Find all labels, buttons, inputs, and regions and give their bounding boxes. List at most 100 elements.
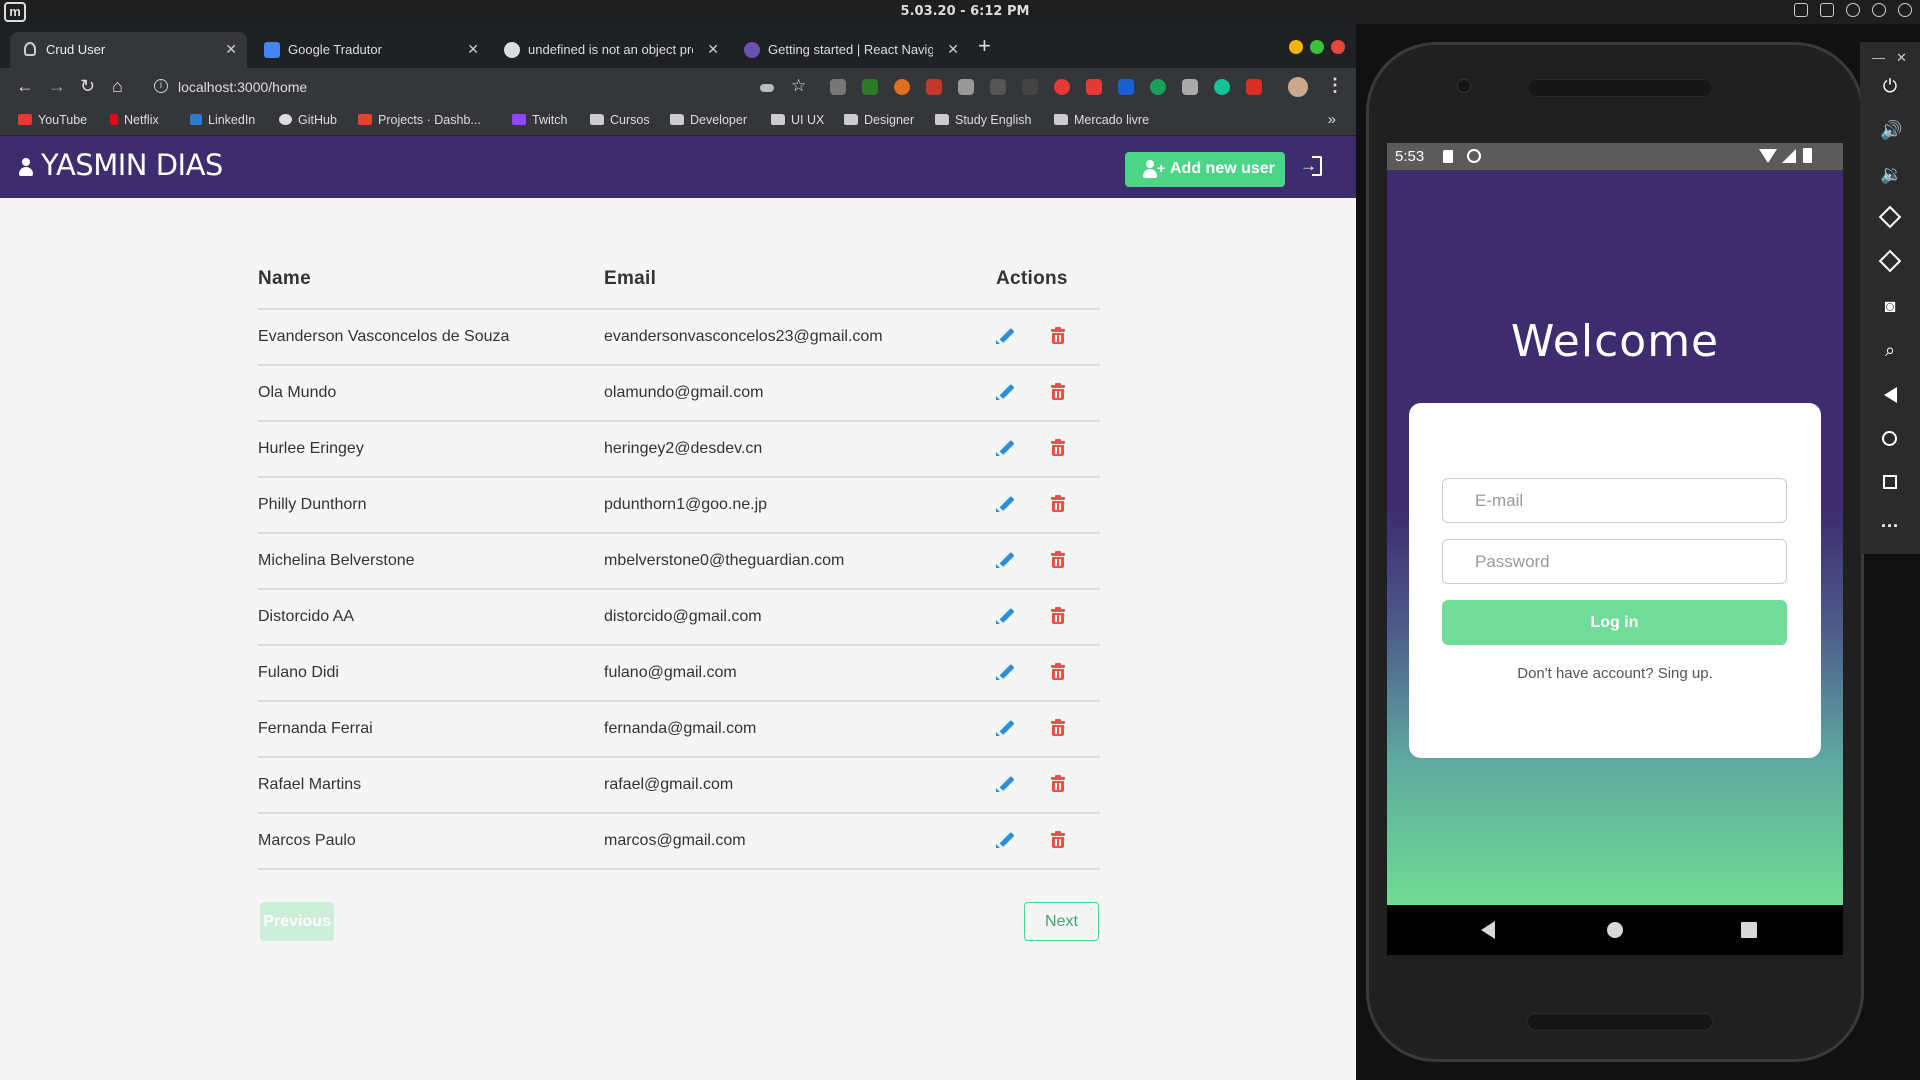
tab-github-issue[interactable]: undefined is not an object pro ✕ [492,32,729,68]
trash-icon[interactable] [1051,831,1065,848]
edit-icon[interactable] [996,831,1015,849]
minimize-button[interactable] [1289,40,1303,54]
url-text[interactable]: localhost:3000/home [178,79,307,95]
bookmark-twitch[interactable]: Twitch [512,113,567,127]
music-icon[interactable] [1872,3,1886,17]
address-bar[interactable]: i localhost:3000/home [142,73,794,101]
display-icon[interactable] [1820,3,1834,17]
volume-down-icon[interactable]: 🔉 [1880,164,1902,184]
trash-icon[interactable] [1051,327,1065,344]
gmail-icon[interactable] [1246,79,1262,95]
add-new-user-button[interactable]: + Add new user [1125,152,1285,187]
tab-crud-user[interactable]: Crud User ✕ [10,32,247,68]
edit-icon[interactable] [996,327,1015,345]
password-field[interactable]: Password [1442,539,1787,584]
power-icon[interactable]: ⏻ [1880,76,1900,96]
extension-dots-icon[interactable] [862,79,878,95]
signup-link[interactable]: Don't have account? Sing up. [1409,665,1821,682]
trash-icon[interactable] [1051,551,1065,568]
grammarly-icon[interactable] [1214,79,1230,95]
extension-green-icon[interactable] [1150,79,1166,95]
close-tab-icon[interactable]: ✕ [225,41,237,58]
edit-icon[interactable] [996,551,1015,569]
login-button[interactable]: Log in [1442,600,1787,645]
edit-icon[interactable] [996,775,1015,793]
extension-youtube-icon[interactable] [1086,79,1102,95]
extension-blue-icon[interactable] [1118,79,1134,95]
volume-icon[interactable] [1898,3,1912,17]
camera-icon[interactable] [1182,79,1198,95]
bookmark-gitlab[interactable]: Projects · Dashb... [358,113,481,127]
system-clock[interactable]: 5.03.20 - 6:12 PM [0,4,1920,19]
close-window-button[interactable] [1331,40,1345,54]
shield-icon[interactable] [1794,3,1808,17]
volume-up-icon[interactable]: 🔊 [1880,120,1902,140]
new-tab-button[interactable]: + [978,35,991,57]
more-options-icon[interactable]: ··· [1880,516,1900,536]
extension-pen-icon[interactable] [830,79,846,95]
tab-google-tradutor[interactable]: Google Tradutor ✕ [252,32,489,68]
edit-icon[interactable] [996,383,1015,401]
edit-icon[interactable] [996,719,1015,737]
edit-icon[interactable] [996,663,1015,681]
bookmark-star-icon[interactable]: ☆ [791,76,807,95]
close-tab-icon[interactable]: ✕ [947,41,959,58]
vue-devtools-icon[interactable] [958,79,974,95]
bookmark-ui-ux[interactable]: UI UX [771,113,824,127]
emulator-overview-icon[interactable] [1883,475,1897,489]
rotate-left-icon[interactable] [1878,205,1902,229]
extension-pin-icon[interactable] [1054,79,1070,95]
email-field[interactable]: E-mail [1442,478,1787,523]
logout-button[interactable]: → [1300,156,1322,178]
trash-icon[interactable] [1051,663,1065,680]
back-button[interactable]: ← [16,76,34,96]
bookmark-designer[interactable]: Designer [844,113,914,127]
close-tab-icon[interactable]: ✕ [467,41,479,58]
info-icon[interactable]: i [154,79,168,93]
key-icon[interactable] [760,84,774,92]
bookmark-mercado-livre[interactable]: Mercado livre [1054,113,1149,127]
home-icon[interactable] [1607,922,1623,938]
rotate-right-icon[interactable] [1878,249,1902,273]
close-tab-icon[interactable]: ✕ [707,41,719,58]
previous-page-button[interactable]: Previous [260,902,334,941]
trash-icon[interactable] [1051,439,1065,456]
bookmark-study-english[interactable]: Study English [935,113,1031,127]
profile-avatar[interactable] [1288,77,1308,97]
wifi-icon[interactable] [1846,3,1860,17]
reload-button[interactable]: ↻ [80,76,95,96]
edit-icon[interactable] [996,495,1015,513]
bookmark-cursos[interactable]: Cursos [590,113,650,127]
forward-button[interactable]: → [48,76,66,96]
emulator-minimize-icon[interactable]: — [1872,50,1885,65]
trash-icon[interactable] [1051,719,1065,736]
bookmark-developer[interactable]: Developer [670,113,747,127]
browser-menu-icon[interactable]: ⋮ [1326,75,1344,95]
trash-icon[interactable] [1051,607,1065,624]
emulator-back-icon[interactable] [1884,387,1897,403]
zoom-icon[interactable]: ⌕ [1880,340,1900,360]
trash-icon[interactable] [1051,495,1065,512]
extension-fox-icon[interactable] [894,79,910,95]
screenshot-icon[interactable]: ◙ [1880,296,1900,316]
home-button[interactable]: ⌂ [112,76,123,96]
bookmark-linkedin[interactable]: LinkedIn [190,113,255,127]
back-icon[interactable] [1481,921,1495,939]
trash-icon[interactable] [1051,383,1065,400]
maximize-button[interactable] [1310,40,1324,54]
bookmarks-more-button[interactable]: » [1328,111,1336,128]
emulator-home-icon[interactable] [1882,431,1897,446]
trash-icon[interactable] [1051,775,1065,792]
tab-react-navigation[interactable]: Getting started | React Navig ✕ [732,32,969,68]
extension-brackets-icon[interactable] [1022,79,1038,95]
next-page-button[interactable]: Next [1024,902,1099,941]
bookmark-github[interactable]: GitHub [279,113,337,127]
recents-icon[interactable] [1741,922,1757,938]
function-icon[interactable] [990,79,1006,95]
extension-red-icon[interactable] [926,79,942,95]
emulator-close-icon[interactable]: ✕ [1896,50,1907,66]
bookmark-youtube[interactable]: YouTube [18,113,87,127]
edit-icon[interactable] [996,607,1015,625]
bookmark-netflix[interactable]: Netflix [110,113,159,127]
edit-icon[interactable] [996,439,1015,457]
